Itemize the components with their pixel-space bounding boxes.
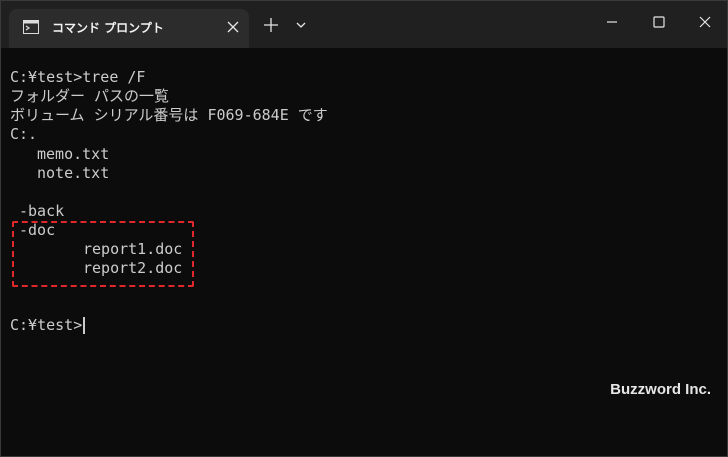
title-bar: コマンド プロンプト xyxy=(1,1,727,48)
watermark: Buzzword Inc. xyxy=(610,381,711,398)
minimize-icon[interactable] xyxy=(597,9,627,35)
text-cursor xyxy=(83,317,85,334)
close-window-icon[interactable] xyxy=(690,9,720,35)
command-line: C:¥test>tree /F xyxy=(10,68,146,86)
file-entry: note.txt xyxy=(37,164,110,182)
tab-command-prompt[interactable]: コマンド プロンプト xyxy=(9,9,249,48)
plus-icon[interactable] xyxy=(261,15,281,35)
output-line: フォルダー パスの一覧 xyxy=(10,87,170,105)
terminal-window: コマンド プロンプト C:¥test>tree /F フォルダー パスの一覧 ボ… xyxy=(0,0,728,457)
output-line: ボリューム シリアル番号は F069-684E です xyxy=(10,106,328,124)
maximize-icon[interactable] xyxy=(644,9,674,35)
highlight-box xyxy=(12,221,194,287)
chevron-down-icon[interactable] xyxy=(291,15,311,35)
output-line: C:. xyxy=(10,125,38,143)
prompt-line: C:¥test> xyxy=(10,316,83,334)
folder-entry: -back xyxy=(19,202,65,220)
file-entry: memo.txt xyxy=(37,145,110,163)
terminal-icon xyxy=(23,20,39,34)
tab-title: コマンド プロンプト xyxy=(52,21,164,35)
close-icon[interactable] xyxy=(223,17,243,37)
